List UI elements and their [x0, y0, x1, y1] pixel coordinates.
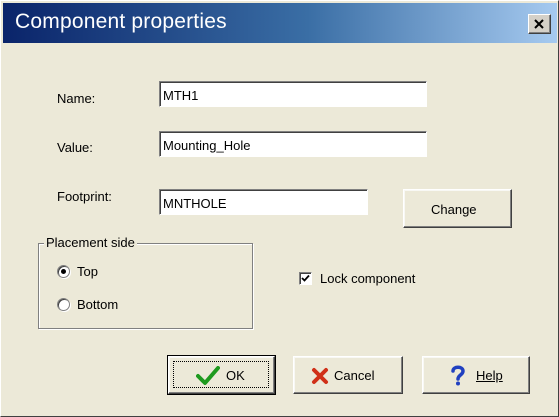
- cancel-button[interactable]: Cancel: [293, 356, 403, 394]
- placement-side-group: [38, 243, 253, 329]
- placement-bottom-radio[interactable]: [57, 298, 70, 311]
- dialog-title: Component properties: [15, 10, 227, 33]
- question-icon: [451, 365, 465, 386]
- change-button-label: Change: [431, 202, 477, 217]
- footprint-label: Footprint:: [57, 189, 112, 204]
- placement-top-label[interactable]: Top: [77, 264, 98, 279]
- focus-rectangle: [173, 361, 269, 388]
- cancel-button-label: Cancel: [334, 368, 375, 383]
- checkmark-icon: [196, 366, 220, 385]
- lock-component-checkbox[interactable]: [299, 272, 312, 285]
- ok-button[interactable]: OK: [167, 355, 276, 395]
- close-button[interactable]: [528, 14, 551, 34]
- component-properties-dialog: Component properties Name: Value: Footpr…: [0, 0, 559, 417]
- radio-selected-dot: [61, 269, 66, 274]
- placement-bottom-label[interactable]: Bottom: [77, 297, 118, 312]
- x-icon: [312, 368, 328, 384]
- name-label: Name:: [57, 91, 96, 106]
- value-field[interactable]: [159, 131, 427, 157]
- help-button[interactable]: Help: [422, 356, 530, 394]
- name-field[interactable]: [159, 81, 427, 107]
- footprint-field[interactable]: [159, 189, 368, 215]
- value-label: Value:: [57, 140, 93, 155]
- lock-component-label[interactable]: Lock component: [320, 271, 415, 286]
- ok-button-label: OK: [226, 368, 245, 383]
- help-button-label: Help: [476, 368, 503, 383]
- placement-side-legend: Placement side: [44, 235, 137, 250]
- checkmark-icon: [301, 274, 310, 282]
- change-button[interactable]: Change: [403, 189, 512, 228]
- title-bar[interactable]: Component properties: [3, 3, 557, 43]
- close-icon: [534, 19, 544, 29]
- placement-top-radio[interactable]: [57, 265, 70, 278]
